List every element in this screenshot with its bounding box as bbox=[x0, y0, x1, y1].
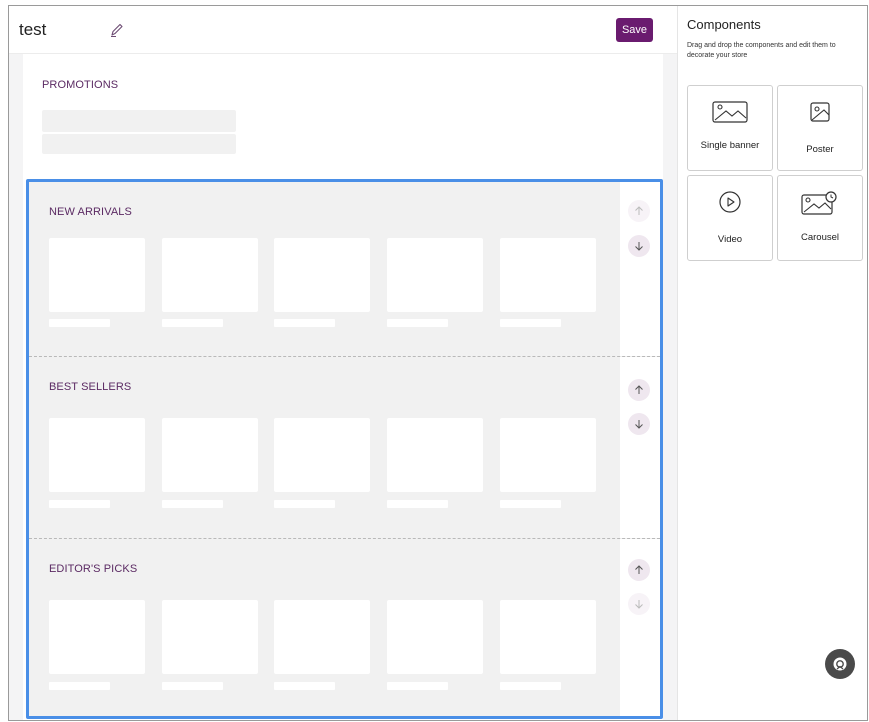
component-label: Video bbox=[717, 234, 743, 245]
product-label-placeholder bbox=[500, 682, 561, 690]
pencil-icon[interactable] bbox=[109, 22, 125, 38]
product-card-placeholder bbox=[49, 600, 145, 674]
product-label-placeholder bbox=[387, 319, 448, 327]
components-panel: Components Drag and drop the components … bbox=[677, 6, 867, 720]
portrait-image-icon bbox=[778, 100, 862, 124]
component-label: Carousel bbox=[800, 232, 840, 243]
component-single-banner[interactable]: Single banner bbox=[687, 85, 773, 171]
editor-area: test Save PROMOTIONS NEW ARRIVALS BEST S… bbox=[9, 6, 677, 720]
product-card-placeholder bbox=[387, 600, 483, 674]
move-up-button[interactable] bbox=[628, 200, 650, 222]
panel-description: Drag and drop the components and edit th… bbox=[687, 42, 836, 59]
arrow-up-icon bbox=[635, 206, 643, 215]
product-card-placeholder bbox=[500, 600, 596, 674]
save-button[interactable]: Save bbox=[616, 18, 653, 42]
section-editors-picks[interactable]: EDITOR'S PICKS bbox=[29, 539, 660, 716]
promotions-section[interactable]: PROMOTIONS bbox=[23, 54, 663, 176]
section-controls bbox=[620, 182, 660, 356]
section-best-sellers[interactable]: BEST SELLERS bbox=[29, 357, 660, 539]
product-label-placeholder bbox=[274, 319, 335, 327]
product-card-placeholder bbox=[500, 418, 596, 492]
section-title: EDITOR'S PICKS bbox=[49, 563, 138, 575]
move-down-button[interactable] bbox=[628, 235, 650, 257]
arrow-up-icon bbox=[635, 565, 643, 574]
section-new-arrivals[interactable]: NEW ARRIVALS bbox=[29, 182, 660, 357]
product-label-placeholder bbox=[49, 682, 110, 690]
selected-sections-frame: NEW ARRIVALS BEST SELLERS EDITOR'S PICKS bbox=[26, 179, 663, 719]
product-card-placeholder bbox=[387, 418, 483, 492]
product-card-placeholder bbox=[274, 600, 370, 674]
product-label-placeholder bbox=[274, 682, 335, 690]
section-title: PROMOTIONS bbox=[42, 79, 119, 91]
move-down-button[interactable] bbox=[628, 593, 650, 615]
arrow-down-icon bbox=[635, 420, 643, 429]
promotion-placeholder bbox=[42, 110, 236, 132]
product-label-placeholder bbox=[387, 500, 448, 508]
move-up-button[interactable] bbox=[628, 559, 650, 581]
product-card-placeholder bbox=[49, 238, 145, 312]
component-carousel[interactable]: Carousel bbox=[777, 175, 863, 261]
component-video[interactable]: Video bbox=[687, 175, 773, 261]
product-label-placeholder bbox=[500, 500, 561, 508]
move-down-button[interactable] bbox=[628, 413, 650, 435]
play-icon bbox=[688, 190, 772, 214]
arrow-up-icon bbox=[635, 385, 643, 394]
arrow-down-icon bbox=[635, 242, 643, 251]
section-controls bbox=[620, 357, 660, 538]
store-canvas: PROMOTIONS NEW ARRIVALS BEST SELLERS EDI… bbox=[23, 54, 663, 720]
section-title: BEST SELLERS bbox=[49, 381, 132, 393]
store-name: test bbox=[19, 20, 47, 39]
store-editor-window: test Save PROMOTIONS NEW ARRIVALS BEST S… bbox=[8, 5, 868, 721]
product-card-placeholder bbox=[500, 238, 596, 312]
editor-topbar: test Save bbox=[9, 6, 677, 54]
product-card-placeholder bbox=[274, 238, 370, 312]
product-card-placeholder bbox=[162, 238, 258, 312]
image-icon bbox=[688, 100, 772, 124]
product-label-placeholder bbox=[387, 682, 448, 690]
product-card-placeholder bbox=[49, 418, 145, 492]
product-label-placeholder bbox=[162, 682, 223, 690]
section-controls bbox=[620, 539, 660, 716]
carousel-image-icon bbox=[778, 190, 862, 216]
panel-title: Components bbox=[687, 17, 761, 32]
product-label-placeholder bbox=[49, 319, 110, 327]
product-card-placeholder bbox=[274, 418, 370, 492]
product-label-placeholder bbox=[500, 319, 561, 327]
component-poster[interactable]: Poster bbox=[777, 85, 863, 171]
component-label: Poster bbox=[806, 144, 834, 155]
product-label-placeholder bbox=[162, 319, 223, 327]
section-title: NEW ARRIVALS bbox=[49, 206, 132, 218]
product-card-placeholder bbox=[162, 600, 258, 674]
product-card-placeholder bbox=[162, 418, 258, 492]
product-label-placeholder bbox=[274, 500, 335, 508]
promotion-placeholder bbox=[42, 134, 236, 154]
arrow-down-icon bbox=[635, 600, 643, 609]
product-card-placeholder bbox=[387, 238, 483, 312]
product-label-placeholder bbox=[49, 500, 110, 508]
component-label: Single banner bbox=[700, 140, 760, 151]
help-fab-icon bbox=[833, 657, 847, 671]
product-label-placeholder bbox=[162, 500, 223, 508]
move-up-button[interactable] bbox=[628, 379, 650, 401]
help-button[interactable] bbox=[825, 649, 855, 679]
